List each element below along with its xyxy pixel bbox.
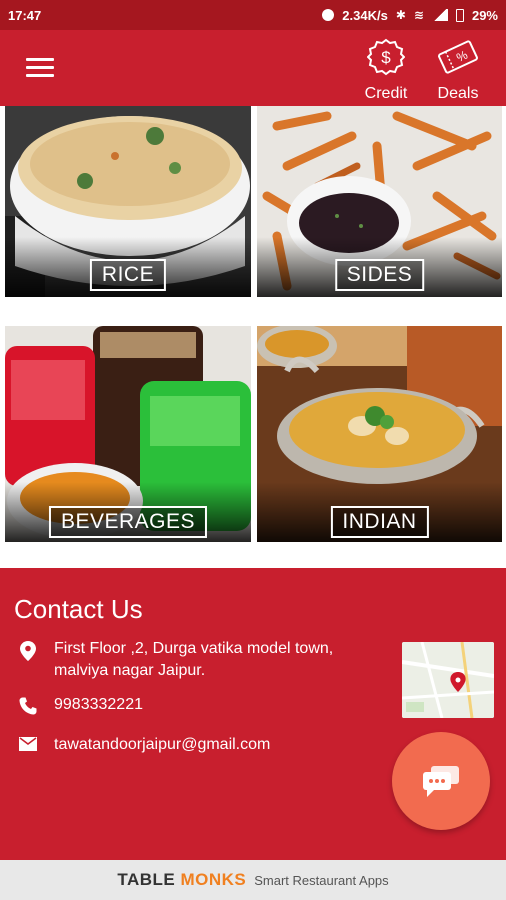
category-label-beverages: BEVERAGES bbox=[48, 506, 208, 538]
wifi-icon: ≋ bbox=[413, 8, 424, 22]
status-bar: 17:47 2.34K/s ✱ ≋ 29% bbox=[0, 0, 506, 30]
phone-number[interactable]: 9983332221 bbox=[54, 694, 143, 716]
bluetooth-icon: ✱ bbox=[395, 8, 406, 22]
chat-icon bbox=[423, 766, 459, 797]
battery-icon bbox=[455, 8, 464, 22]
footer-tagline: Smart Restaurant Apps bbox=[254, 872, 389, 888]
category-label-rice: RICE bbox=[89, 259, 167, 291]
credit-button[interactable]: $ Credit bbox=[362, 38, 410, 103]
phone-row[interactable]: 9983332221 bbox=[14, 694, 143, 716]
svg-text:$: $ bbox=[381, 48, 391, 67]
address-row: First Floor ,2, Durga vatika model town,… bbox=[14, 638, 333, 682]
chat-fab-button[interactable] bbox=[392, 732, 490, 830]
phone-icon bbox=[14, 694, 42, 715]
menu-icon[interactable] bbox=[26, 58, 54, 78]
notification-icon bbox=[322, 9, 335, 21]
deals-label: Deals bbox=[437, 85, 479, 102]
category-tile-indian[interactable]: INDIAN bbox=[257, 326, 502, 542]
deals-button[interactable]: % Deals bbox=[432, 38, 484, 103]
email-address[interactable]: tawatandoorjaipur@gmail.com bbox=[54, 734, 270, 756]
map-thumbnail[interactable] bbox=[402, 642, 494, 718]
app-bar: $ Credit % Deals bbox=[0, 30, 506, 106]
category-label-indian: INDIAN bbox=[330, 506, 429, 538]
location-pin-icon bbox=[14, 638, 42, 661]
address-line-2: malviya nagar Jaipur. bbox=[54, 662, 206, 679]
brand-part-1: TABLE bbox=[117, 870, 176, 889]
contact-section: Contact Us First Floor ,2, Durga vatika … bbox=[0, 578, 506, 860]
contact-title: Contact Us bbox=[14, 594, 143, 624]
battery-percent: 29% bbox=[471, 7, 498, 23]
category-label-sides: SIDES bbox=[334, 259, 425, 291]
signal-icon bbox=[431, 9, 448, 21]
dollar-coin-icon: $ bbox=[366, 38, 406, 76]
email-icon bbox=[14, 734, 42, 751]
footer: TABLE MONKS Smart Restaurant Apps bbox=[0, 860, 506, 900]
email-row[interactable]: tawatandoorjaipur@gmail.com bbox=[14, 734, 270, 756]
category-tile-rice[interactable]: RICE bbox=[5, 106, 251, 297]
network-speed: 2.34K/s bbox=[342, 7, 388, 23]
brand-part-2: MONKS bbox=[180, 870, 247, 889]
category-tile-beverages[interactable]: BEVERAGES bbox=[5, 326, 251, 542]
category-grid: RICE SIDES BEVERAGES INDIAN bbox=[0, 106, 506, 568]
category-tile-sides[interactable]: SIDES bbox=[257, 106, 502, 297]
svg-text:%: % bbox=[454, 47, 470, 64]
status-time: 17:47 bbox=[8, 7, 42, 23]
address-line-1: First Floor ,2, Durga vatika model town, bbox=[54, 640, 334, 657]
credit-label: Credit bbox=[364, 85, 408, 102]
brand-logo: TABLE MONKS bbox=[117, 870, 246, 890]
ticket-icon: % bbox=[438, 40, 478, 74]
